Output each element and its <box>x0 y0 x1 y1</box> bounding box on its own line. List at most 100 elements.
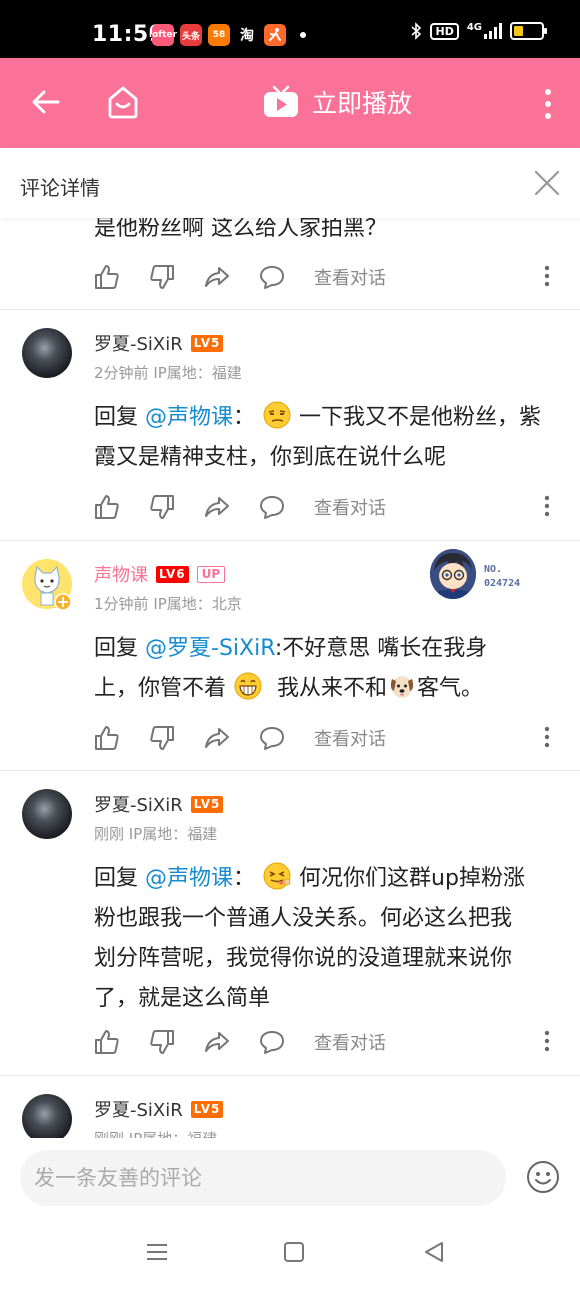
more-vertical-icon[interactable] <box>544 88 552 120</box>
comment-time: 2分钟前 <box>94 364 149 382</box>
dislike-icon[interactable] <box>149 494 175 520</box>
fan-number-badge: NO. 024724 <box>430 549 540 605</box>
comment-time: 1分钟前 <box>94 595 149 613</box>
ip-location: IP属地：福建 <box>128 825 218 843</box>
dislike-icon[interactable] <box>149 1029 175 1055</box>
back-arrow-icon[interactable] <box>30 86 62 118</box>
mention-link[interactable]: @声物课 <box>145 405 233 430</box>
battery-icon <box>510 22 547 40</box>
tv-play-icon <box>264 85 298 117</box>
avatar[interactable] <box>22 328 72 378</box>
network-type: 4G <box>466 21 482 33</box>
comment-item: 罗夏-SiXiR LV5 2分钟前 IP属地：福建 回复 @声物课： 一下我又不… <box>0 310 580 540</box>
like-icon[interactable] <box>94 725 120 751</box>
like-icon[interactable] <box>94 264 120 290</box>
previous-comment-actions: 查看对话 <box>94 262 564 292</box>
video-header-bar: 立即播放 <box>0 58 580 148</box>
more-notifications-dot <box>300 32 306 38</box>
system-navigation-bar <box>0 1218 580 1289</box>
level-badge: LV5 <box>190 334 224 352</box>
taobao-app-icon: 淘 <box>236 24 258 46</box>
comment-body: 回复 @罗夏-SiXiR:不好意思 嘴长在我身 上，你管不着 我从来不和 客气。 <box>94 636 488 701</box>
page-title: 评论详情 <box>20 176 100 200</box>
comment-meta: 2分钟前 IP属地：福建 <box>94 362 242 383</box>
comment-item: 罗夏-SiXiR LV5 刚刚 IP属地：福建 回复 @声物课： 何况你们这群u… <box>0 771 580 1075</box>
share-icon[interactable] <box>204 725 230 751</box>
mention-link[interactable]: @声物课 <box>145 866 233 891</box>
comment-author[interactable]: 声物课 LV6 UP <box>94 561 226 587</box>
view-conversation-link[interactable]: 查看对话 <box>314 1029 386 1055</box>
reply-icon[interactable] <box>259 494 285 520</box>
comment-detail-titlebar: 评论详情 <box>0 148 580 218</box>
comment-meta: 1分钟前 IP属地：北京 <box>94 593 242 614</box>
running-app-icon <box>264 24 286 46</box>
recent-apps-icon[interactable] <box>145 1240 169 1264</box>
share-icon[interactable] <box>204 1029 230 1055</box>
comment-body: 回复 @声物课： 何况你们这群up掉粉涨 粉也跟我一个普通人没关系。何必这么把我… <box>94 859 564 1019</box>
comment-time: 刚刚 <box>94 1130 124 1138</box>
tongue-out-emoji-icon <box>263 862 291 890</box>
avatar[interactable] <box>22 789 72 839</box>
reply-icon[interactable] <box>259 725 285 751</box>
signal-icon <box>484 23 502 39</box>
ip-location: IP属地：福建 <box>129 1130 217 1138</box>
bluetooth-icon <box>411 22 422 40</box>
play-now-button[interactable]: 立即播放 <box>262 82 412 122</box>
comment-input-bar: 发一条友善的评论 <box>0 1138 580 1218</box>
share-icon[interactable] <box>204 494 230 520</box>
comment-feed[interactable]: 是他粉丝啊 这么给人家拍黑？ 查看对话 罗夏-SiXiR LV5 2分钟前 IP… <box>0 218 580 1138</box>
lofter-app-icon: lofter <box>149 24 177 46</box>
smug-emoji-icon <box>263 401 291 429</box>
view-conversation-link[interactable]: 查看对话 <box>314 494 386 520</box>
grin-emoji-icon <box>234 672 262 700</box>
comment-meta: 刚刚 IP属地：福建 <box>94 823 217 844</box>
back-nav-icon[interactable] <box>422 1240 446 1264</box>
dislike-icon[interactable] <box>149 725 175 751</box>
comment-actions: 查看对话 <box>94 492 564 522</box>
comment-author[interactable]: 罗夏-SiXiR LV5 <box>94 1096 224 1122</box>
share-icon[interactable] <box>204 264 230 290</box>
reply-icon[interactable] <box>259 1029 285 1055</box>
comment-more-icon[interactable] <box>544 495 550 517</box>
fan-number-text: NO. 024724 <box>484 564 521 589</box>
home-icon[interactable] <box>106 84 140 120</box>
comment-actions: 查看对话 <box>94 723 564 753</box>
comment-actions: 查看对话 <box>94 1027 564 1057</box>
dislike-icon[interactable] <box>149 264 175 290</box>
comment-body: 回复 @声物课： 一下我又不是他粉丝，紫 霞又是精神支柱，你到底在说什么呢 <box>94 398 564 478</box>
comment-more-icon[interactable] <box>544 726 550 748</box>
comment-input[interactable]: 发一条友善的评论 <box>20 1150 506 1206</box>
verified-badge-icon <box>54 593 72 611</box>
58-app-icon: 58 <box>208 24 230 46</box>
username: 罗夏-SiXiR <box>94 1100 183 1121</box>
level-badge: LV5 <box>190 795 224 813</box>
mention-link[interactable]: @罗夏-SiXiR <box>145 636 275 661</box>
like-icon[interactable] <box>94 494 120 520</box>
emoji-picker-icon[interactable] <box>526 1160 560 1194</box>
like-icon[interactable] <box>94 1029 120 1055</box>
comment-author[interactable]: 罗夏-SiXiR LV5 <box>94 791 224 817</box>
previous-comment-text: 是他粉丝啊 这么给人家拍黑？ <box>94 218 387 241</box>
comment-more-icon[interactable] <box>544 265 550 287</box>
view-conversation-link[interactable]: 查看对话 <box>314 264 386 290</box>
toutiao-app-icon: 头条 <box>180 24 202 46</box>
reply-icon[interactable] <box>259 264 285 290</box>
ip-location: IP属地：北京 <box>153 595 242 613</box>
status-bar: 11:59 lofter 头条 58 淘 HD 4G <box>0 0 580 58</box>
close-icon[interactable] <box>534 170 560 196</box>
comment-more-icon[interactable] <box>544 1030 550 1052</box>
level-badge: LV5 <box>190 1100 224 1118</box>
fan-badge-avatar <box>430 549 476 599</box>
comment-item: 罗夏-SiXiR LV5 刚刚 IP属地：福建 <box>0 1076 580 1138</box>
comment-author[interactable]: 罗夏-SiXiR LV5 <box>94 330 224 356</box>
play-now-label: 立即播放 <box>312 89 413 118</box>
level-badge: LV6 <box>156 565 189 583</box>
home-nav-icon[interactable] <box>282 1240 306 1264</box>
username: 罗夏-SiXiR <box>94 334 183 355</box>
view-conversation-link[interactable]: 查看对话 <box>314 725 386 751</box>
comment-item: 声物课 LV6 UP 1分钟前 IP属地：北京 NO. 024724 回复 @罗… <box>0 541 580 771</box>
comment-time: 刚刚 <box>94 825 125 843</box>
avatar[interactable] <box>22 1094 72 1138</box>
username: 罗夏-SiXiR <box>94 795 183 816</box>
dog-emoji-icon <box>390 676 414 698</box>
